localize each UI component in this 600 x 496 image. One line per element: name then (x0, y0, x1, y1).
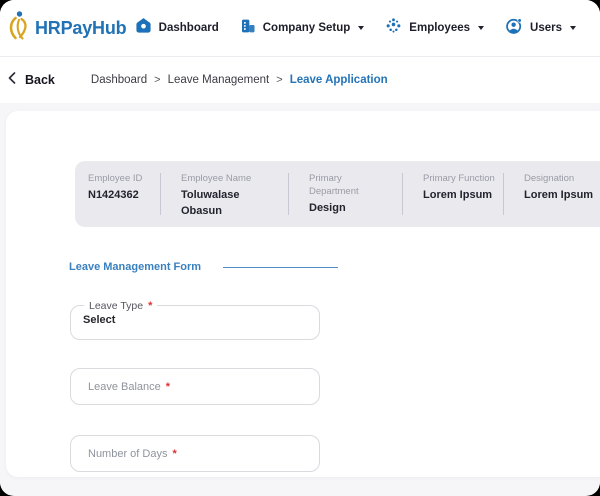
breadcrumb-separator: > (276, 74, 283, 86)
leave-balance-input[interactable]: Leave Balance * (70, 368, 320, 405)
leave-application-card: Employee ID N1424362 Employee Name Toluw… (6, 111, 600, 477)
nav-label: Dashboard (158, 22, 219, 34)
chevron-down-icon (570, 26, 576, 30)
summary-employee-id: Employee ID N1424362 (75, 173, 160, 215)
leave-type-label: Leave Type * (84, 300, 158, 312)
summary-label: Primary Department (309, 173, 359, 197)
breadcrumb-item-leave-management[interactable]: Leave Management (168, 74, 270, 86)
app-window: HRPayHub Dashboard Company Setup Employe… (0, 0, 600, 496)
back-label: Back (25, 73, 55, 87)
summary-employee-name: Employee Name Toluwalase Obasun (160, 173, 288, 217)
required-asterisk: * (172, 447, 177, 460)
building-icon (240, 18, 256, 39)
nav-label: Users (530, 22, 562, 34)
leave-form: Leave Type * Select Leave Balance * Number… (70, 300, 320, 472)
form-section-header: Leave Management Form (69, 261, 600, 273)
nav-item-employees[interactable]: Employees (385, 17, 485, 39)
summary-primary-function: Primary Function Lorem Ipsum (402, 173, 503, 215)
breadcrumb-item-dashboard[interactable]: Dashboard (91, 74, 147, 86)
number-of-days-input[interactable]: Number of Days * (70, 435, 320, 472)
summary-label: Employee ID (88, 173, 143, 184)
chevron-down-icon (358, 26, 365, 30)
back-button[interactable]: Back (8, 71, 55, 89)
summary-label: Designation (524, 173, 575, 184)
summary-value: Lorem Ipsum (524, 188, 594, 201)
required-asterisk: * (165, 380, 171, 393)
breadcrumb: Dashboard > Leave Management > Leave App… (91, 74, 388, 86)
employee-summary-bar: Employee ID N1424362 Employee Name Toluw… (75, 161, 600, 227)
main-content: Employee ID N1424362 Employee Name Toluw… (0, 103, 600, 495)
breadcrumb-separator: > (154, 74, 161, 86)
user-circle-icon (505, 17, 523, 40)
hrpayhub-logo-icon (6, 9, 32, 48)
brand-logo[interactable]: HRPayHub (6, 9, 127, 48)
nav-item-dashboard[interactable]: Dashboard (135, 17, 219, 39)
chevron-left-icon (8, 71, 16, 89)
chevron-down-icon (478, 26, 485, 30)
top-navbar: HRPayHub Dashboard Company Setup Employe… (0, 0, 600, 57)
form-title: Leave Management Form (69, 261, 202, 273)
summary-label: Primary Function (423, 173, 495, 184)
summary-designation: Designation Lorem Ipsum (503, 173, 600, 215)
leave-balance-placeholder: Leave Balance * (88, 380, 171, 393)
brand-name: HRPayHub (35, 17, 127, 38)
summary-primary-department: Primary Department Design (288, 173, 402, 215)
summary-value: Lorem Ipsum (423, 188, 493, 201)
summary-value: Toluwalase Obasun (181, 188, 240, 217)
main-nav: Dashboard Company Setup Employees Users (135, 17, 576, 40)
employees-dots-icon (385, 17, 402, 39)
nav-label: Employees (409, 22, 471, 34)
nav-item-users[interactable]: Users (505, 17, 576, 40)
summary-value: Design (309, 201, 346, 214)
home-icon (135, 17, 152, 39)
breadcrumb-item-leave-application: Leave Application (289, 74, 388, 86)
required-asterisk: * (148, 300, 153, 312)
form-title-rule (223, 266, 339, 268)
summary-label: Employee Name (181, 173, 252, 184)
leave-type-select[interactable]: Leave Type * Select (70, 300, 320, 340)
nav-item-company-setup[interactable]: Company Setup (240, 18, 365, 39)
summary-value: N1424362 (88, 188, 139, 201)
nav-label: Company Setup (262, 22, 351, 34)
number-of-days-placeholder: Number of Days * (88, 447, 177, 460)
breadcrumb-bar: Back Dashboard > Leave Management > Leav… (0, 57, 600, 103)
